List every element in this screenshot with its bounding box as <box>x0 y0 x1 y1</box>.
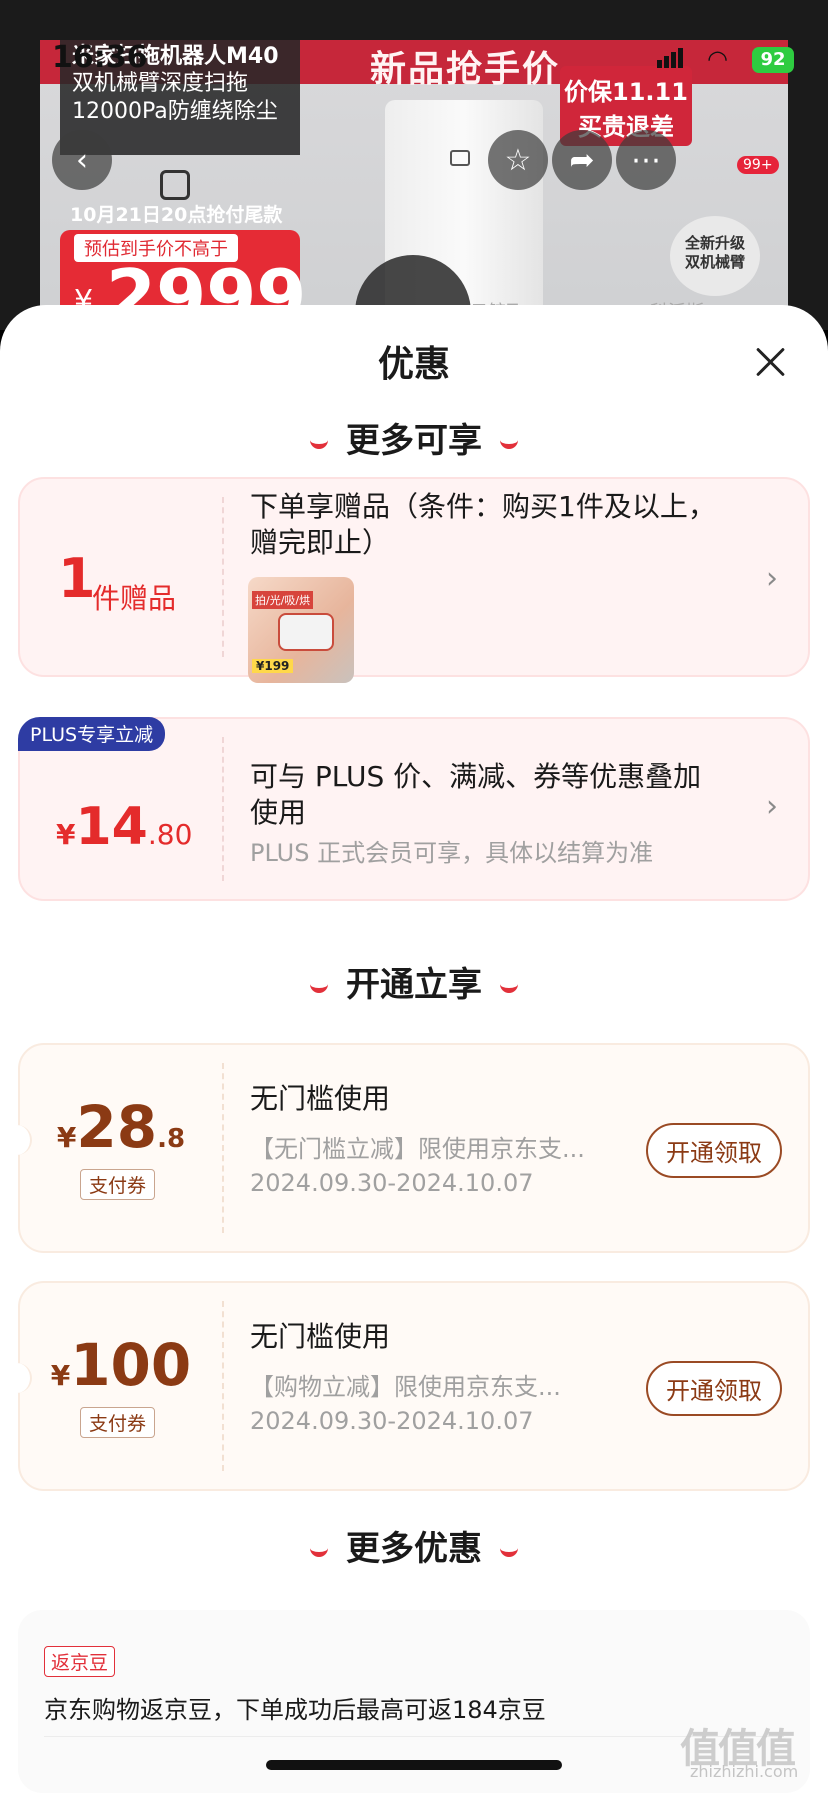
wifi-icon: ◠ <box>707 45 728 73</box>
product-banner: 新品抢手价 米家扫拖机器人M40 双机械臂深度扫拖 12000Pa防缠绕除尘 1… <box>0 0 828 371</box>
currency: ¥ <box>56 1121 77 1154</box>
currency: ¥ <box>50 1359 71 1392</box>
status-time: 16:36 <box>52 40 148 75</box>
battery-indicator: 92 <box>752 47 794 73</box>
signal-icon <box>657 48 685 68</box>
brand-logo-icon <box>160 170 190 200</box>
plus-title-line1: 可与 PLUS 价、满减、券等优惠叠加 <box>250 760 702 793</box>
banner-title: 新品抢手价 <box>370 49 561 90</box>
amount-dec: .80 <box>147 818 193 851</box>
plus-subtitle: PLUS 正式会员可享，具体以结算为准 <box>250 839 654 867</box>
smile-deco-icon <box>310 980 328 993</box>
section-title: 开通立享 <box>346 965 482 1005</box>
coupon-amount: ¥28.8 <box>20 1093 222 1161</box>
chevron-left-icon: ‹ <box>76 142 88 178</box>
claim-button[interactable]: 开通领取 <box>646 1123 782 1178</box>
coupon-date: 2024.09.30-2024.10.07 <box>250 1169 534 1197</box>
more-icon: ⋯ <box>631 142 661 178</box>
amount-int: 100 <box>70 1331 192 1399</box>
coupon-desc: 【无门槛立减】限使用京东支... <box>250 1135 585 1163</box>
gift-title-line2: 赠完即止） <box>250 526 391 559</box>
cart-badge: 99+ <box>737 156 779 174</box>
gift-product-image <box>278 613 334 651</box>
section-title: 更多可享 <box>346 421 482 461</box>
chevron-right-icon: › <box>766 561 778 596</box>
upgrade-badge: 全新升级 双机械臂 <box>670 216 760 296</box>
amount-int: 28 <box>76 1093 158 1161</box>
card-divider <box>222 1301 224 1471</box>
favorite-button[interactable]: ☆ <box>488 130 548 190</box>
section-open-enjoy: 开通立享 <box>0 957 828 1006</box>
upgrade-line1: 全新升级 <box>684 234 745 252</box>
thumb-tag: 拍/光/吸/烘 <box>252 591 314 609</box>
share-icon: ➦ <box>569 142 595 178</box>
smile-deco-icon <box>310 436 328 449</box>
guarantee-line1: 价保11.11 <box>564 78 688 106</box>
back-button[interactable]: ‹ <box>52 130 112 190</box>
card-divider <box>222 1063 224 1233</box>
smile-deco-icon <box>500 1544 518 1557</box>
gift-title-line1: 下单享赠品（条件：购买1件及以上， <box>250 490 716 523</box>
home-indicator[interactable] <box>266 1760 562 1770</box>
section-more-discounts: 更多优惠 <box>0 1521 828 1570</box>
upgrade-line2: 双机械臂 <box>684 253 745 271</box>
close-icon[interactable] <box>750 343 790 383</box>
discount-sheet: 优惠 更多可享 1 件赠品 下单享赠品（条件：购买1件及以上， 赠完即止） 拍/… <box>0 305 828 1793</box>
coupon-tag: 支付券 <box>80 1169 156 1200</box>
section-more-available: 更多可享 <box>0 413 828 462</box>
coupon-card[interactable]: ¥100 支付券 无门槛使用 【购物立减】限使用京东支... 2024.09.3… <box>8 1281 810 1491</box>
section-title: 更多优惠 <box>346 1529 482 1569</box>
star-icon: ☆ <box>504 142 532 178</box>
card-divider <box>222 497 224 657</box>
coupon-title: 无门槛使用 <box>250 1082 391 1115</box>
coupon-tag: 支付券 <box>80 1407 156 1438</box>
amount-int: 14 <box>75 797 148 857</box>
plus-title-line2: 使用 <box>250 796 307 829</box>
plus-card[interactable]: PLUS专享立减 ¥14.80 可与 PLUS 价、满减、券等优惠叠加 使用 P… <box>18 717 810 901</box>
gift-title: 下单享赠品（条件：购买1件及以上， 赠完即止） <box>250 489 716 561</box>
jingdou-text: 京东购物返京豆，下单成功后最高可返184京豆 <box>44 1696 546 1724</box>
watermark-sub: zhizhizhi.com <box>690 1762 799 1781</box>
share-button[interactable]: ➦ <box>552 130 612 190</box>
plus-title: 可与 PLUS 价、满减、券等优惠叠加 使用 <box>250 759 701 831</box>
gift-card[interactable]: 1 件赠品 下单享赠品（条件：购买1件及以上， 赠完即止） 拍/光/吸/烘 ¥1… <box>18 477 810 683</box>
coupon-amount: ¥100 <box>20 1331 222 1399</box>
amount-dec: .8 <box>157 1124 186 1154</box>
plus-amount: ¥14.80 <box>56 797 192 857</box>
smile-deco-icon <box>500 980 518 993</box>
chevron-right-icon: › <box>766 789 778 824</box>
device-logo-icon <box>450 150 470 166</box>
sheet-title: 优惠 <box>377 344 450 385</box>
coupon-desc: 【购物立减】限使用京东支... <box>250 1373 561 1401</box>
gift-count: 1 <box>58 547 96 610</box>
smile-deco-icon <box>500 436 518 449</box>
coupon-card[interactable]: ¥28.8 支付券 无门槛使用 【无门槛立减】限使用京东支... 2024.09… <box>8 1043 810 1253</box>
smile-deco-icon <box>310 1544 328 1557</box>
gift-thumbnail[interactable]: 拍/光/吸/烘 ¥199 <box>248 577 354 683</box>
currency: ¥ <box>56 818 76 851</box>
coupon-date: 2024.09.30-2024.10.07 <box>250 1407 534 1435</box>
promo-line3: 12000Pa防缠绕除尘 <box>72 99 278 124</box>
coupon-title: 无门槛使用 <box>250 1320 391 1353</box>
more-button[interactable]: ⋯ <box>616 130 676 190</box>
card-divider <box>222 737 224 881</box>
deposit-text: 10月21日20点抢付尾款 <box>70 204 283 226</box>
divider <box>44 1736 784 1737</box>
claim-button[interactable]: 开通领取 <box>646 1361 782 1416</box>
plus-badge: PLUS专享立减 <box>18 717 166 751</box>
jingdou-tag: 返京豆 <box>44 1646 116 1677</box>
gift-unit: 件赠品 <box>92 582 177 615</box>
thumb-price: ¥199 <box>252 659 294 673</box>
